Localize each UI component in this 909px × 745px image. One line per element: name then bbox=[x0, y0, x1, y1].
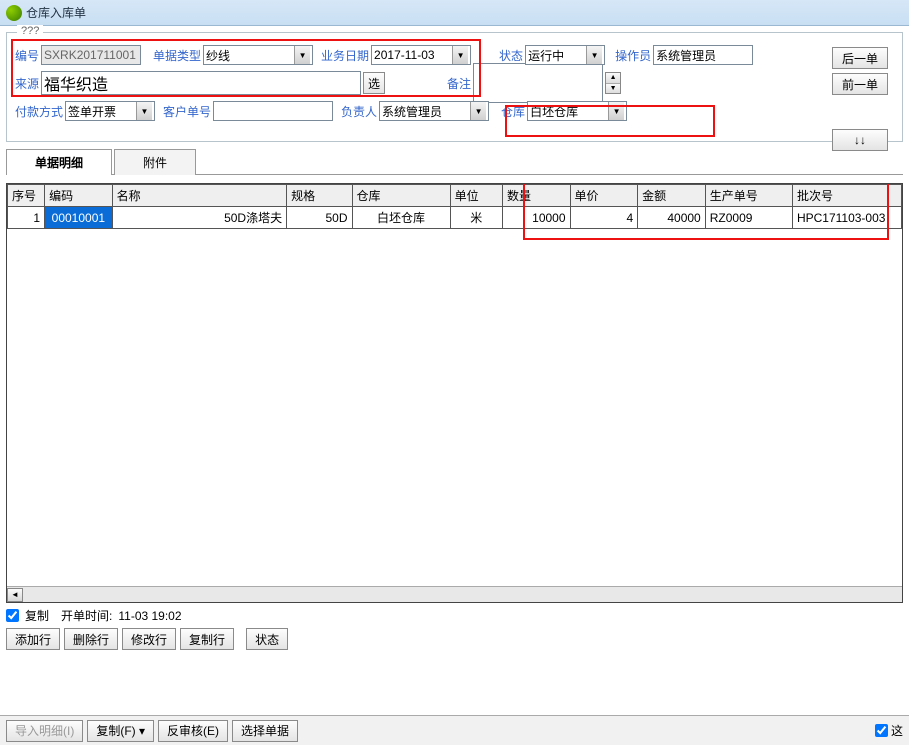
status-button[interactable]: 状态 bbox=[246, 628, 288, 650]
code-label: 编号 bbox=[15, 47, 39, 64]
wh-label: 仓库 bbox=[501, 103, 525, 120]
code-input[interactable] bbox=[41, 45, 141, 65]
open-time-value: 11-03 19:02 bbox=[118, 609, 181, 623]
date-label: 业务日期 bbox=[321, 47, 369, 64]
remark-memo[interactable] bbox=[473, 63, 603, 103]
source-select-button[interactable]: 选 bbox=[363, 72, 385, 94]
chevron-down-icon: ▼ bbox=[470, 102, 486, 120]
col-code[interactable]: 编码 bbox=[45, 185, 113, 207]
status-label: 状态 bbox=[499, 47, 523, 64]
col-batch[interactable]: 批次号 bbox=[792, 185, 901, 207]
content-area: ??? 编号 单据类型 纱线 ▼ 业务日期 2017-11-03 ▼ 状态 运行… bbox=[0, 26, 909, 706]
cell-qty: 10000 bbox=[502, 207, 570, 229]
col-qty[interactable]: 数量 bbox=[502, 185, 570, 207]
cell-prodno: RZ0009 bbox=[705, 207, 792, 229]
open-time-label: 开单时间: bbox=[61, 607, 112, 624]
col-unit[interactable]: 单位 bbox=[450, 185, 502, 207]
status-combo[interactable]: 运行中 ▼ bbox=[525, 45, 605, 65]
col-price[interactable]: 单价 bbox=[570, 185, 638, 207]
copy-menu-button[interactable]: 复制(F) ▾ bbox=[87, 720, 154, 742]
footer-info: 复制 开单时间: 11-03 19:02 bbox=[6, 607, 903, 624]
down-icon: ▼ bbox=[606, 84, 620, 94]
copy-checkbox-label: 复制 bbox=[25, 607, 49, 624]
col-seq[interactable]: 序号 bbox=[8, 185, 45, 207]
chevron-down-icon: ▼ bbox=[136, 102, 152, 120]
cell-spec: 50D bbox=[287, 207, 352, 229]
scroll-left-icon[interactable]: ◄ bbox=[7, 588, 23, 602]
cell-amount: 40000 bbox=[638, 207, 706, 229]
header-groupbox: ??? 编号 单据类型 纱线 ▼ 业务日期 2017-11-03 ▼ 状态 运行… bbox=[6, 32, 903, 142]
prev-doc-button[interactable]: 前一单 bbox=[832, 73, 888, 95]
type-combo[interactable]: 纱线 ▼ bbox=[203, 45, 313, 65]
owner-combo[interactable]: 系统管理员 ▼ bbox=[379, 101, 489, 121]
col-name[interactable]: 名称 bbox=[112, 185, 286, 207]
cell-code[interactable]: 00010001 bbox=[45, 207, 113, 229]
select-doc-button[interactable]: 选择单据 bbox=[232, 720, 298, 742]
cell-price: 4 bbox=[570, 207, 638, 229]
grid-header-row: 序号 编码 名称 规格 仓库 单位 数量 单价 金额 生产单号 批次号 bbox=[8, 185, 902, 207]
next-doc-button[interactable]: 后一单 bbox=[832, 47, 888, 69]
tab-attach[interactable]: 附件 bbox=[114, 149, 196, 175]
cell-wh: 白坯仓库 bbox=[352, 207, 450, 229]
operator-input[interactable] bbox=[653, 45, 753, 65]
pay-combo[interactable]: 签单开票 ▼ bbox=[65, 101, 155, 121]
expand-down-button[interactable]: ↓↓ bbox=[832, 129, 888, 151]
remark-spinner[interactable]: ▲▼ bbox=[605, 72, 621, 94]
source-label: 来源 bbox=[15, 75, 39, 92]
custno-input[interactable] bbox=[213, 101, 333, 121]
cell-seq: 1 bbox=[8, 207, 45, 229]
app-icon bbox=[6, 5, 22, 21]
bottom-toolbar: 导入明细(I) 复制(F) ▾ 反审核(E) 选择单据 这 bbox=[0, 715, 909, 745]
tab-detail[interactable]: 单据明细 bbox=[6, 149, 112, 175]
table-row[interactable]: 1 00010001 50D涤塔夫 50D 白坯仓库 米 10000 4 400… bbox=[8, 207, 902, 229]
chevron-down-icon: ▼ bbox=[608, 102, 624, 120]
bottom-right-checkbox[interactable] bbox=[875, 724, 888, 737]
row-actions: 添加行 删除行 修改行 复制行 状态 bbox=[6, 628, 903, 650]
import-detail-button[interactable]: 导入明细(I) bbox=[6, 720, 83, 742]
up-icon: ▲ bbox=[606, 73, 620, 84]
edit-row-button[interactable]: 修改行 bbox=[122, 628, 176, 650]
type-label: 单据类型 bbox=[153, 47, 201, 64]
remark-label: 备注 bbox=[447, 75, 471, 92]
horizontal-scrollbar[interactable]: ◄ bbox=[7, 586, 902, 602]
cell-name: 50D涤塔夫 bbox=[112, 207, 286, 229]
pay-label: 付款方式 bbox=[15, 103, 63, 120]
operator-label: 操作员 bbox=[615, 47, 651, 64]
cell-batch: HPC171103-003 bbox=[792, 207, 901, 229]
chevron-down-icon: ▼ bbox=[586, 46, 602, 64]
chevron-down-icon: ▼ bbox=[294, 46, 310, 64]
date-combo[interactable]: 2017-11-03 ▼ bbox=[371, 45, 471, 65]
unapprove-button[interactable]: 反审核(E) bbox=[158, 720, 228, 742]
cell-unit: 米 bbox=[450, 207, 502, 229]
wh-combo[interactable]: 白坯仓库 ▼ bbox=[527, 101, 627, 121]
grid-container: 序号 编码 名称 规格 仓库 单位 数量 单价 金额 生产单号 批次号 1 00… bbox=[6, 183, 903, 603]
tab-bar: 单据明细 附件 bbox=[6, 148, 903, 175]
chevron-down-icon: ▼ bbox=[452, 46, 468, 64]
custno-label: 客户单号 bbox=[163, 103, 211, 120]
bottom-right-label: 这 bbox=[891, 722, 903, 739]
col-amount[interactable]: 金额 bbox=[638, 185, 706, 207]
col-spec[interactable]: 规格 bbox=[287, 185, 352, 207]
copy-checkbox[interactable] bbox=[6, 609, 19, 622]
groupbox-label: ??? bbox=[17, 25, 43, 37]
col-prodno[interactable]: 生产单号 bbox=[705, 185, 792, 207]
window-title: 仓库入库单 bbox=[26, 4, 86, 21]
delete-row-button[interactable]: 删除行 bbox=[64, 628, 118, 650]
copy-row-button[interactable]: 复制行 bbox=[180, 628, 234, 650]
detail-grid[interactable]: 序号 编码 名称 规格 仓库 单位 数量 单价 金额 生产单号 批次号 1 00… bbox=[7, 184, 902, 229]
add-row-button[interactable]: 添加行 bbox=[6, 628, 60, 650]
source-input[interactable] bbox=[41, 71, 361, 95]
window-titlebar: 仓库入库单 bbox=[0, 0, 909, 26]
owner-label: 负责人 bbox=[341, 103, 377, 120]
col-wh[interactable]: 仓库 bbox=[352, 185, 450, 207]
